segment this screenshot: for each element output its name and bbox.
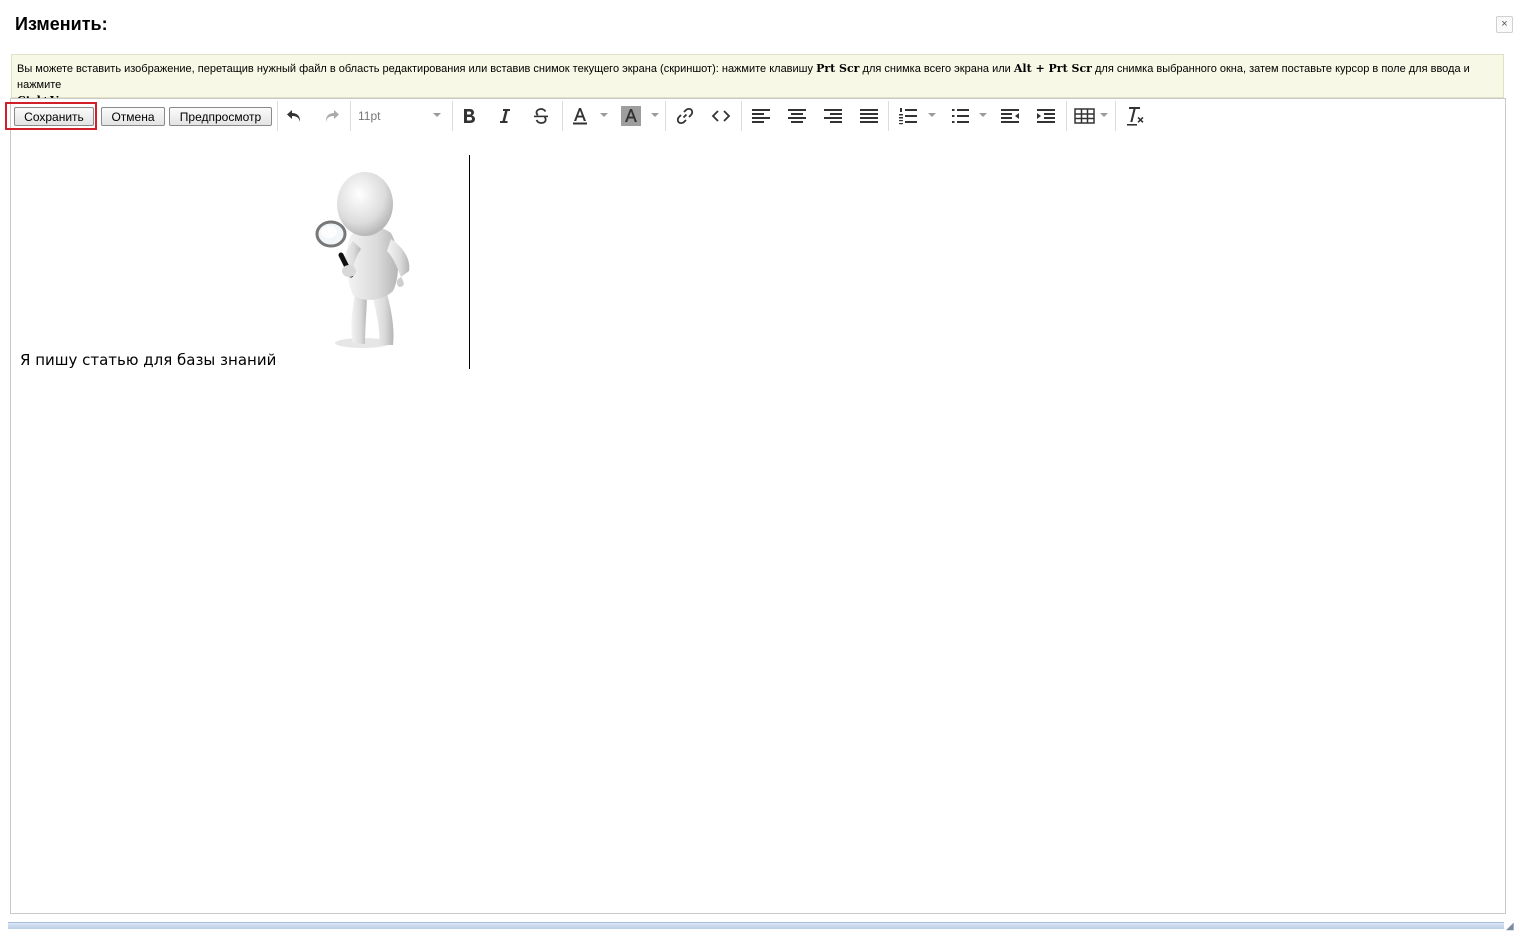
font-size-value: 11pt xyxy=(358,109,381,123)
toolbar-separator xyxy=(277,101,278,131)
dialog-title: Изменить: xyxy=(15,14,108,34)
indent-icon[interactable] xyxy=(1033,103,1059,129)
text-color-icon[interactable] xyxy=(567,103,593,129)
align-center-icon[interactable] xyxy=(784,103,810,129)
toolbar-separator xyxy=(452,101,453,131)
toolbar-separator xyxy=(350,101,351,131)
cancel-button[interactable]: Отмена xyxy=(101,107,165,126)
font-size-select[interactable]: 11pt xyxy=(358,106,442,126)
strikethrough-icon[interactable] xyxy=(528,103,554,129)
toolbar-separator xyxy=(741,101,742,131)
statusbar-track xyxy=(8,922,1504,929)
table-caret-icon[interactable] xyxy=(1100,113,1108,117)
toolbar-separator xyxy=(1115,101,1116,131)
background-color-caret-icon[interactable] xyxy=(651,113,659,117)
save-button[interactable]: Сохранить xyxy=(14,107,94,126)
bullet-list-caret-icon[interactable] xyxy=(979,113,987,117)
image-resize-boundary xyxy=(469,155,470,369)
numbered-list-caret-icon[interactable] xyxy=(928,113,936,117)
preview-button[interactable]: Предпросмотр xyxy=(169,107,272,126)
align-justify-icon[interactable] xyxy=(856,103,882,129)
toolbar-separator xyxy=(665,101,666,131)
text-color-caret-icon[interactable] xyxy=(600,113,608,117)
close-button[interactable]: × xyxy=(1496,16,1513,33)
bold-icon[interactable] xyxy=(456,103,482,129)
hint-key-alt-prtscr: Alt + Prt Scr xyxy=(1013,62,1092,75)
hint-key-prtscr: Prt Scr xyxy=(816,62,860,75)
toolbar-separator xyxy=(1066,101,1067,131)
clear-formatting-icon[interactable] xyxy=(1122,103,1148,129)
code-icon[interactable] xyxy=(708,103,734,129)
toolbar-separator xyxy=(888,101,889,131)
hint-text-1: Вы можете вставить изображение, перетащи… xyxy=(17,63,817,75)
hint-text-2: для снимка всего экрана или xyxy=(859,63,1014,75)
italic-icon[interactable] xyxy=(492,103,518,129)
table-icon[interactable] xyxy=(1072,103,1098,129)
paste-image-hint: Вы можете вставить изображение, перетащи… xyxy=(11,54,1504,107)
redo-icon[interactable] xyxy=(318,103,344,129)
outdent-icon[interactable] xyxy=(997,103,1023,129)
editor-toolbar: Сохранить Отмена Предпросмотр 11pt xyxy=(5,98,1506,134)
undo-icon[interactable] xyxy=(282,103,308,129)
editor-statusbar: ◢ xyxy=(0,918,1520,937)
resize-grip-icon[interactable]: ◢ xyxy=(1506,921,1514,932)
bullet-list-icon[interactable] xyxy=(947,103,973,129)
3d-man-magnifier-image xyxy=(301,167,441,362)
editor-text-line[interactable]: Я пишу статью для базы знаний xyxy=(20,351,276,369)
editor-content-area[interactable]: Я пишу статью для базы знаний xyxy=(10,133,1506,914)
link-icon[interactable] xyxy=(672,103,698,129)
align-left-icon[interactable] xyxy=(748,103,774,129)
align-right-icon[interactable] xyxy=(820,103,846,129)
background-color-icon[interactable] xyxy=(618,103,644,129)
numbered-list-icon[interactable] xyxy=(895,103,921,129)
toolbar-separator xyxy=(562,101,563,131)
font-size-caret-icon[interactable] xyxy=(433,113,441,117)
